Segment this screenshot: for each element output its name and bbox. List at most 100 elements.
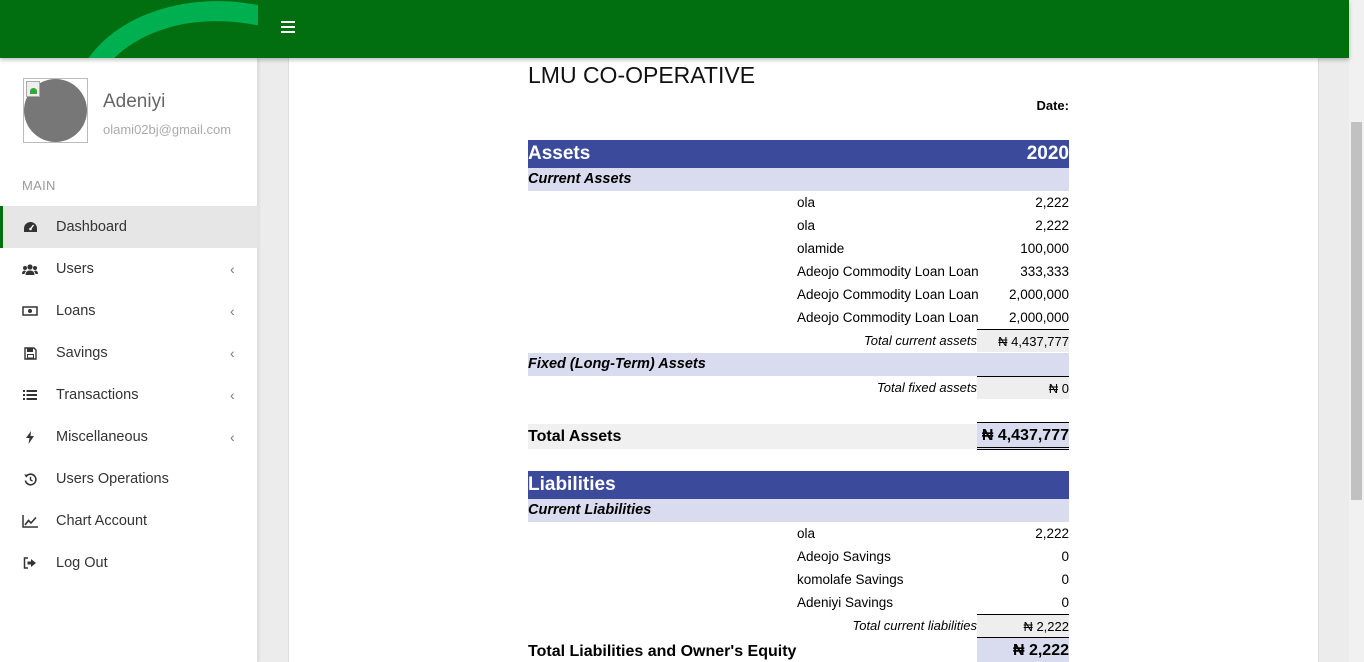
chevron-left-icon: ‹ — [230, 429, 235, 445]
total-value: ₦ 2,222 — [977, 614, 1069, 637]
table-row: komolafe Savings 0 — [528, 568, 1069, 591]
sidebar-item-transactions[interactable]: Transactions ‹ — [0, 374, 258, 416]
logo-arc-shape — [54, 0, 258, 58]
row-value: 0 — [1061, 595, 1069, 610]
sidebar-item-label: Log Out — [56, 555, 108, 571]
sidebar-item-label: Users — [56, 261, 94, 277]
row-name: Adeojo Commodity Loan Loan — [797, 310, 979, 325]
users-icon — [22, 262, 38, 276]
row-value: 0 — [1061, 572, 1069, 587]
table-row: Adeojo Commodity Loan Loan 2,000,000 — [528, 283, 1069, 306]
hamburger-menu-icon[interactable] — [281, 21, 295, 35]
sidebar-item-users-operations[interactable]: Users Operations — [0, 458, 258, 500]
sidebar-item-loans[interactable]: Loans ‹ — [0, 290, 258, 332]
row-value: 2,222 — [1035, 526, 1069, 541]
total-label: Total current assets — [864, 333, 977, 348]
list-icon — [22, 388, 38, 402]
row-value: 0 — [1061, 549, 1069, 564]
grand-total-label: Total Liabilities and Owner's Equity — [528, 643, 797, 660]
table-row: ola 2,222 — [528, 191, 1069, 214]
grand-total-label: Total Assets — [528, 428, 622, 445]
total-assets-row: Total Assets ₦ 4,437,777 — [528, 422, 1069, 450]
sidebar: Adeniyi olami02bj@gmail.com MAIN Dashboa… — [0, 58, 258, 662]
grand-total-value: ₦ 2,222 — [977, 637, 1069, 662]
sidebar-item-miscellaneous[interactable]: Miscellaneous ‹ — [0, 416, 258, 458]
sidebar-item-users[interactable]: Users ‹ — [0, 248, 258, 290]
sidebar-item-label: Dashboard — [56, 219, 127, 235]
table-row: olamide 100,000 — [528, 237, 1069, 260]
row-name: Adeojo Commodity Loan Loan — [797, 264, 979, 279]
row-name: ola — [797, 195, 816, 210]
sidebar-item-label: Miscellaneous — [56, 429, 148, 445]
row-value: 2,222 — [1035, 218, 1069, 233]
date-label: Date: — [1036, 98, 1069, 113]
broken-image-icon — [26, 81, 40, 97]
top-navbar — [0, 0, 1349, 58]
table-row: ola 2,222 — [528, 522, 1069, 545]
assets-header: Assets 2020 — [528, 140, 1069, 168]
scrollbar-thumb[interactable] — [1351, 122, 1362, 500]
sidebar-item-label: Users Operations — [56, 471, 169, 487]
logo[interactable] — [0, 0, 258, 58]
money-icon — [22, 304, 38, 318]
row-value: 333,333 — [1020, 264, 1069, 279]
vertical-scrollbar[interactable] — [1349, 0, 1364, 662]
total-current-liabilities-row: Total current liabilities ₦ 2,222 — [528, 614, 1069, 637]
row-name: ola — [797, 218, 816, 233]
table-row: Adeojo Commodity Loan Loan 2,000,000 — [528, 306, 1069, 329]
table-row: Adeojo Savings 0 — [528, 545, 1069, 568]
sidebar-item-log-out[interactable]: Log Out — [0, 542, 258, 584]
total-current-assets-row: Total current assets ₦ 4,437,777 — [528, 329, 1069, 352]
page-title: LMU CO-OPERATIVE — [528, 62, 756, 88]
row-name: Adeojo Savings — [797, 549, 891, 564]
sidebar-item-savings[interactable]: Savings ‹ — [0, 332, 258, 374]
liabilities-header: Liabilities — [528, 471, 1069, 499]
table-row: Adeojo Commodity Loan Loan 333,333 — [528, 260, 1069, 283]
chevron-left-icon: ‹ — [230, 387, 235, 403]
section-label-main: MAIN — [22, 178, 56, 193]
bolt-icon — [22, 430, 38, 444]
grand-total-value: ₦ 4,437,777 — [977, 422, 1069, 450]
total-value: ₦ 0 — [977, 376, 1069, 399]
row-value: 2,000,000 — [1008, 310, 1069, 325]
chevron-left-icon: ‹ — [230, 345, 235, 361]
user-email: olami02bj@gmail.com — [103, 122, 232, 137]
assets-header-label: Assets — [528, 143, 591, 164]
line-chart-icon — [22, 514, 38, 528]
row-name: Adeojo Commodity Loan Loan — [797, 287, 979, 302]
sidebar-menu: Dashboard Users ‹ Loans ‹ Savings ‹ Tran… — [0, 206, 258, 584]
current-assets-subheader: Current Assets — [528, 168, 1069, 191]
table-row: ola 2,222 — [528, 214, 1069, 237]
current-liabilities-subheader: Current Liabilities — [528, 499, 1069, 522]
row-name: komolafe Savings — [797, 572, 904, 587]
total-label: Total current liabilities — [852, 618, 977, 633]
liabilities-header-label: Liabilities — [528, 474, 616, 495]
row-value: 100,000 — [1020, 241, 1069, 256]
sidebar-item-label: Transactions — [56, 387, 139, 403]
history-icon — [22, 472, 38, 486]
sidebar-item-dashboard[interactable]: Dashboard — [0, 206, 258, 248]
save-icon — [22, 346, 38, 360]
chevron-left-icon: ‹ — [230, 303, 235, 319]
year-label: 2020 — [1026, 143, 1069, 164]
row-name: ola — [797, 526, 816, 541]
sign-out-icon — [22, 556, 38, 570]
row-value: 2,000,000 — [1008, 287, 1069, 302]
dashboard-icon — [22, 220, 38, 234]
row-name: Adeniyi Savings — [797, 595, 894, 610]
total-value: ₦ 4,437,777 — [977, 329, 1069, 352]
user-name: Adeniyi — [103, 91, 166, 112]
table-row: Adeniyi Savings 0 — [528, 591, 1069, 614]
total-liabilities-equity-row: Total Liabilities and Owner's Equity ₦ 2… — [528, 637, 1069, 662]
total-label: Total fixed assets — [877, 380, 977, 395]
chevron-left-icon: ‹ — [230, 261, 235, 277]
row-name: olamide — [797, 241, 845, 256]
sidebar-item-label: Savings — [56, 345, 108, 361]
sidebar-item-label: Loans — [56, 303, 96, 319]
sidebar-item-chart-account[interactable]: Chart Account — [0, 500, 258, 542]
sidebar-item-label: Chart Account — [56, 513, 148, 529]
total-fixed-assets-row: Total fixed assets ₦ 0 — [528, 376, 1069, 399]
fixed-assets-subheader: Fixed (Long-Term) Assets — [528, 353, 1069, 376]
row-value: 2,222 — [1035, 195, 1069, 210]
avatar — [23, 78, 88, 143]
